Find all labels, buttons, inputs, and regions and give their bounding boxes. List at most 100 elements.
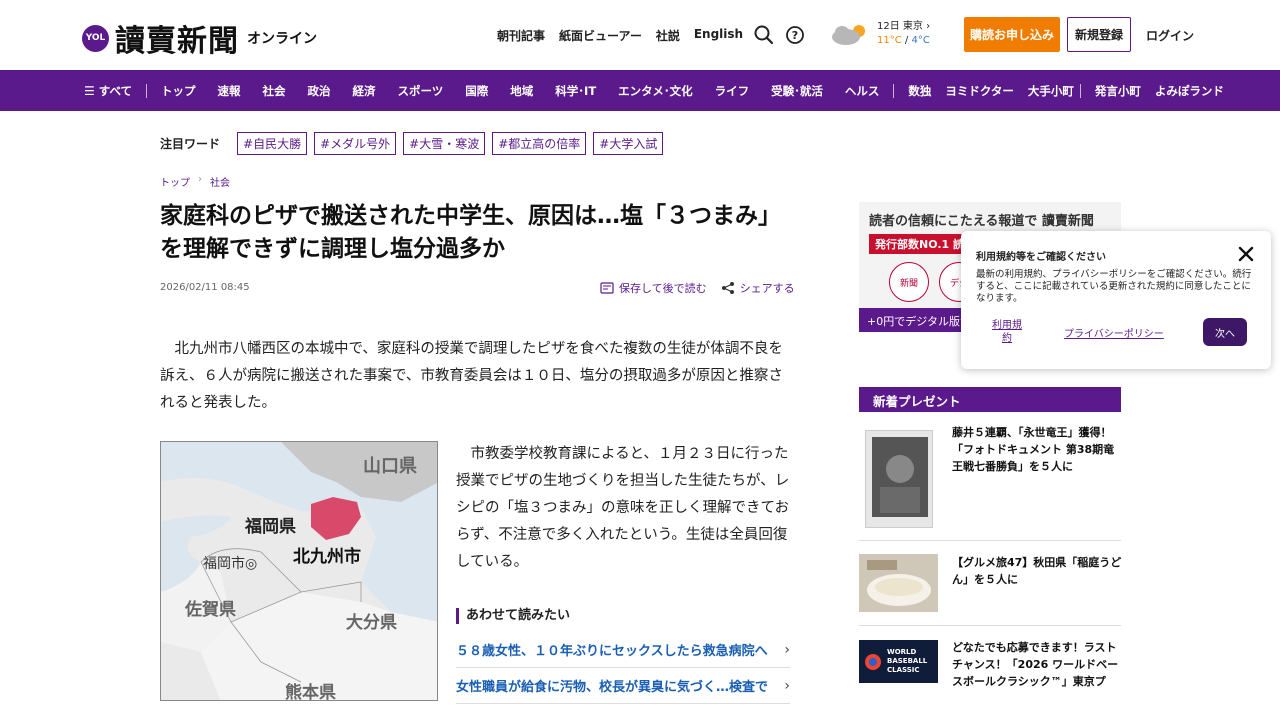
- weather-widget[interactable]: 12日 東京 › 11°C / 4°C: [829, 20, 930, 48]
- related-heading: あわせて読みたい: [456, 608, 570, 624]
- logo-sub: オンライン: [247, 31, 317, 47]
- related-list: ５８歳女性、１０年ぶりにセックスしたら救急病院へ › 女性職員が給食に汚物、校長が…: [456, 632, 790, 704]
- help-icon[interactable]: ?: [784, 24, 806, 46]
- map-label: 佐賀県: [184, 599, 236, 620]
- cloudy-sun-icon: [832, 25, 865, 45]
- nav-item-world[interactable]: 国際: [465, 83, 488, 99]
- privacy-link[interactable]: プライバシーポリシー: [1064, 325, 1164, 340]
- article-body: 市教委学校教育課によると、１月２３日に行った授業でピザの生地づくりを担当した生徒…: [456, 446, 790, 570]
- nav-item-yomidr[interactable]: ヨミドクター: [945, 83, 1014, 99]
- menu-icon: ☰: [84, 83, 95, 98]
- nav-item-economy[interactable]: 経済: [353, 83, 376, 99]
- gift-thumb: [859, 554, 938, 612]
- save-button[interactable]: 保存して後で読む: [600, 280, 707, 296]
- weather-low: 4°C: [911, 35, 930, 46]
- article-actions: 保存して後で読む シェアする: [600, 280, 795, 296]
- gift-title: 藤井５連覇、「永世竜王」獲得！「フォトドキュメント 第38期竜王戦七番勝負」を５…: [952, 426, 1115, 473]
- search-icon[interactable]: [753, 24, 775, 46]
- popup-text: 最新の利用規約、プライバシーポリシーをご確認ください。続行すると、ここに記載され…: [976, 269, 1252, 304]
- article-title: 家庭科のピザで搬送された中学生、原因は…塩「３つまみ」を理解できずに調理し塩分過…: [160, 203, 781, 262]
- trend-label: 注目ワード: [160, 137, 221, 151]
- breadcrumb: トップ › 社会: [160, 174, 230, 189]
- map-label: 山口県: [363, 456, 417, 477]
- trend-tag[interactable]: #メダル号外: [314, 132, 397, 155]
- ad-badge: 発行部数NO.1: [875, 238, 950, 251]
- wbc-line: WORLD: [887, 648, 917, 656]
- nav-item-sudoku[interactable]: 数独: [908, 83, 931, 99]
- gift-title: 【グルメ旅47】秋田県「稲庭うどん」を５人に: [952, 556, 1122, 586]
- nav-item-top[interactable]: トップ: [161, 83, 196, 99]
- article-map: 山口県 福岡県 北九州市 福岡市◎ 佐賀県 大分県 熊本県: [160, 441, 438, 701]
- breadcrumb-society[interactable]: 社会: [210, 174, 230, 189]
- map-label: 福岡市◎: [203, 555, 257, 572]
- trend-tag[interactable]: #大雪・寒波: [403, 132, 486, 155]
- nav-item-health[interactable]: ヘルス: [845, 83, 880, 99]
- chevron-right-icon: ›: [784, 677, 790, 694]
- close-icon[interactable]: [1237, 245, 1255, 263]
- chevron-right-icon: ›: [784, 641, 790, 658]
- nav-item-local[interactable]: 地域: [510, 83, 533, 99]
- gift-item[interactable]: WORLD BASEBALL CLASSIC どなたでも応募できます！ラストチャ…: [859, 627, 1121, 707]
- popup-title: 利用規約等をご確認ください: [976, 252, 1106, 263]
- ad-headline: 読者の信頼にこたえる報道で: [869, 214, 1038, 229]
- map-label: 北九州市: [293, 546, 361, 567]
- map-image: 山口県 福岡県 北九州市 福岡市◎ 佐賀県 大分県 熊本県: [161, 442, 437, 701]
- link-viewer[interactable]: 紙面ビューアー: [559, 27, 642, 44]
- yol-badge: YOL: [82, 24, 109, 52]
- ad-logo: 讀賣新聞: [1041, 214, 1094, 229]
- chevron-right-icon: ›: [198, 174, 202, 185]
- header-links: 朝刊記事 紙面ビューアー 社説 English: [497, 27, 743, 44]
- nav-item-society[interactable]: 社会: [263, 83, 286, 99]
- nav-item-science[interactable]: 科学･IT: [555, 83, 596, 99]
- article-lead: 北九州市八幡西区の本城中で、家庭科の授業で調理したピザを食べた複数の生徒が体調不…: [160, 341, 783, 411]
- breadcrumb-top[interactable]: トップ: [160, 174, 190, 189]
- gift-item[interactable]: 藤井５連覇、「永世竜王」獲得！「フォトドキュメント 第38期竜王戦七番勝負」を５…: [859, 424, 1121, 541]
- nav-item-life[interactable]: ライフ: [715, 83, 750, 99]
- ad-circle: 新聞: [889, 262, 929, 302]
- gifts-heading: 新着プレゼント: [859, 387, 1121, 412]
- nav-item-news[interactable]: 速報: [218, 83, 241, 99]
- login-link[interactable]: ログイン: [1146, 27, 1194, 44]
- nav-item-sports[interactable]: スポーツ: [398, 83, 444, 99]
- gift-item[interactable]: 【グルメ旅47】秋田県「稲庭うどん」を５人に: [859, 542, 1121, 626]
- nav-item-komachi[interactable]: 大手小町: [1028, 83, 1074, 99]
- map-label: 福岡県: [244, 516, 296, 537]
- map-label: 大分県: [346, 612, 397, 633]
- link-editorial[interactable]: 社説: [656, 27, 680, 44]
- register-button[interactable]: 新規登録: [1067, 17, 1131, 52]
- trend-tag[interactable]: #自民大勝: [237, 132, 308, 155]
- related-item[interactable]: ５８歳女性、１０年ぶりにセックスしたら救急病院へ ›: [456, 632, 790, 668]
- share-button[interactable]: シェアする: [721, 280, 795, 296]
- trend-tag[interactable]: #大学入試: [593, 132, 664, 155]
- nav-item-yomipo[interactable]: よみぽランド: [1155, 83, 1224, 99]
- weather-high: 11°C: [877, 35, 902, 46]
- nav-item-politics[interactable]: 政治: [308, 83, 331, 99]
- subscribe-button[interactable]: 購読お申し込み: [964, 17, 1060, 52]
- gift-thumb: WORLD BASEBALL CLASSIC: [859, 640, 938, 683]
- link-morning[interactable]: 朝刊記事: [497, 27, 545, 44]
- link-english[interactable]: English: [694, 27, 743, 44]
- site-header: YOL 讀賣新聞 オンライン 朝刊記事 紙面ビューアー 社説 English ?…: [0, 0, 1280, 70]
- article-date: 2026/02/11 08:45: [160, 282, 250, 293]
- gift-title: どなたでも応募できます！ラストチャンス！「2026 ワールドベースボールクラシッ…: [952, 641, 1119, 688]
- gift-thumb: [865, 430, 933, 528]
- nav-all[interactable]: ☰ すべて: [84, 83, 132, 99]
- wbc-line: CLASSIC: [887, 666, 920, 674]
- nav-item-hatsugen[interactable]: 発言小町: [1095, 83, 1141, 99]
- next-button[interactable]: 次へ: [1203, 318, 1247, 346]
- weather-date-city: 12日 東京 ›: [877, 21, 931, 32]
- terms-link[interactable]: 利用規約: [989, 319, 1025, 345]
- trend-tag[interactable]: #都立高の倍率: [492, 132, 587, 155]
- site-logo[interactable]: YOL 讀賣新聞 オンライン: [82, 16, 317, 60]
- map-label: 熊本県: [285, 682, 336, 701]
- svg-text:?: ?: [792, 29, 798, 42]
- main-nav: ☰ すべて トップ 速報 社会 政治 経済 スポーツ 国際 地域 科学･IT エン…: [0, 70, 1280, 111]
- related-item[interactable]: 女性職員が給食に汚物、校長が異臭に気づく…検査で ›: [456, 668, 790, 704]
- nav-item-culture[interactable]: エンタメ･文化: [618, 83, 692, 99]
- terms-popup: 利用規約等をご確認ください 最新の利用規約、プライバシーポリシーをご確認ください…: [961, 231, 1271, 369]
- save-later-icon: [600, 282, 614, 294]
- nav-item-exam[interactable]: 受験･就活: [771, 83, 823, 99]
- wbc-line: BASEBALL: [887, 657, 928, 665]
- logo-text: 讀賣新聞: [115, 24, 239, 59]
- share-icon: [721, 282, 734, 294]
